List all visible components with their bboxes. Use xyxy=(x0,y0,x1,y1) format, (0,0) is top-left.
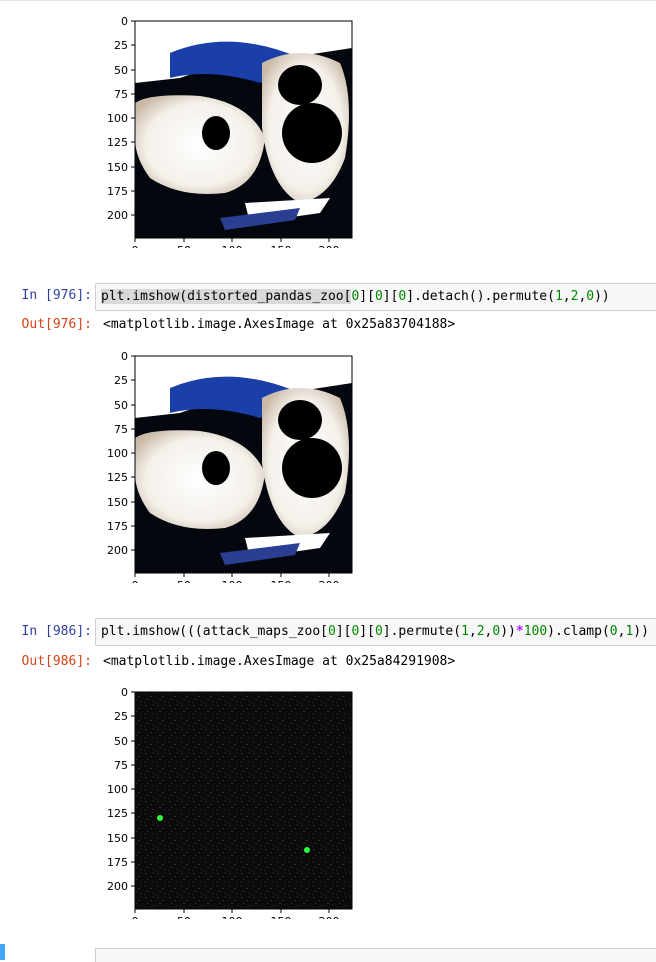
y-axis-3: 0 25 50 75 100 125 150 175 200 xyxy=(107,686,135,893)
code-highlighted: plt.imshow(distorted_pandas_zoo[ xyxy=(101,289,352,304)
code-number: 0 xyxy=(374,289,383,304)
code-operator: * xyxy=(515,624,524,639)
code-number: 1 xyxy=(461,624,469,639)
code-number: 0 xyxy=(327,624,336,639)
y-tick-label: 25 xyxy=(114,39,128,52)
code-text: ][ xyxy=(359,624,375,639)
code-number: 0 xyxy=(374,624,383,639)
active-cell-indicator xyxy=(0,944,5,960)
y-tick-label: 0 xyxy=(121,350,128,363)
y-axis-2: 0 25 50 75 100 125 150 175 200 xyxy=(107,350,135,557)
y-tick-label: 100 xyxy=(107,112,128,125)
x-tick-label: 0 xyxy=(132,244,139,248)
y-tick-label: 175 xyxy=(107,856,128,869)
code-number: 100 xyxy=(523,624,548,639)
code-text: plt.imshow(((attack_maps_zoo[ xyxy=(101,624,328,639)
attack-map-image xyxy=(135,692,352,909)
x-axis-1: 0 50 100 150 200 xyxy=(132,238,340,248)
y-tick-label: 200 xyxy=(107,880,128,893)
y-tick-label: 75 xyxy=(114,423,128,436)
attack-map-plot: 0 25 50 75 100 125 150 175 200 0 50 100 … xyxy=(0,679,360,919)
x-tick-label: 50 xyxy=(177,579,191,583)
y-tick-label: 50 xyxy=(114,735,128,748)
code-number: 0 xyxy=(586,289,595,304)
panda-image-plot-1: 0 25 50 75 100 125 150 175 200 0 50 100 … xyxy=(0,8,360,248)
panda-image-axes-1: 0 25 50 75 100 125 150 175 200 0 50 100 … xyxy=(107,15,353,248)
code-text: ][ xyxy=(335,624,352,639)
y-tick-label: 75 xyxy=(114,88,128,101)
code-text: )) xyxy=(594,289,610,304)
output-text-976: <matplotlib.image.AxesImage at 0x25a8370… xyxy=(103,317,456,332)
y-tick-label: 100 xyxy=(107,447,128,460)
code-text: ).clamp( xyxy=(547,624,610,639)
x-tick-label: 150 xyxy=(271,915,292,919)
code-text: )) xyxy=(633,624,649,639)
x-tick-label: 150 xyxy=(271,579,292,583)
x-tick-label: 0 xyxy=(132,915,139,919)
y-axis-1: 0 25 50 75 100 125 150 175 200 xyxy=(107,15,135,222)
y-tick-label: 0 xyxy=(121,686,128,699)
y-tick-label: 175 xyxy=(107,520,128,533)
output-prompt-986: Out[986]: xyxy=(21,654,92,669)
code-cell-976[interactable]: plt.imshow(distorted_pandas_zoo[0][0][0]… xyxy=(95,283,656,311)
x-tick-label: 100 xyxy=(222,244,243,248)
code-text: , xyxy=(562,289,571,304)
input-prompt-986: In [986]: xyxy=(21,624,92,639)
y-tick-label: 125 xyxy=(107,807,128,820)
y-tick-label: 200 xyxy=(107,544,128,557)
code-cell-986[interactable]: plt.imshow(((attack_maps_zoo[0][0][0].pe… xyxy=(95,618,656,646)
y-tick-label: 150 xyxy=(107,832,128,845)
y-tick-label: 150 xyxy=(107,496,128,509)
panda-image-1 xyxy=(135,21,352,238)
code-number: 0 xyxy=(609,624,618,639)
panda-image-axes-2: 0 25 50 75 100 125 150 175 200 0 50 100 … xyxy=(107,350,353,583)
x-tick-label: 100 xyxy=(222,915,243,919)
x-tick-label: 50 xyxy=(177,915,191,919)
code-text: ][ xyxy=(359,289,375,304)
y-tick-label: 125 xyxy=(107,471,128,484)
y-tick-label: 100 xyxy=(107,783,128,796)
output-prompt-976: Out[976]: xyxy=(21,317,92,332)
y-tick-label: 150 xyxy=(107,161,128,174)
panda-image-2 xyxy=(135,356,352,573)
x-axis-3: 0 50 100 150 200 xyxy=(132,909,340,919)
code-text: ][ xyxy=(382,289,399,304)
input-prompt-976: In [976]: xyxy=(21,288,92,303)
y-tick-label: 200 xyxy=(107,209,128,222)
y-tick-label: 50 xyxy=(114,64,128,77)
x-tick-label: 200 xyxy=(319,915,340,919)
y-tick-label: 25 xyxy=(114,710,128,723)
code-number: 1 xyxy=(554,289,563,304)
x-tick-label: 200 xyxy=(319,244,340,248)
y-tick-label: 50 xyxy=(114,399,128,412)
code-text: ].detach().permute( xyxy=(406,289,555,304)
x-tick-label: 50 xyxy=(177,244,191,248)
y-tick-label: 25 xyxy=(114,374,128,387)
y-tick-label: 75 xyxy=(114,759,128,772)
y-tick-label: 175 xyxy=(107,185,128,198)
y-tick-label: 125 xyxy=(107,136,128,149)
x-tick-label: 100 xyxy=(222,579,243,583)
code-text: )) xyxy=(500,624,516,639)
panda-image-plot-2: 0 25 50 75 100 125 150 175 200 0 50 100 … xyxy=(0,343,360,583)
notebook-top-divider xyxy=(0,0,656,1)
code-text: , xyxy=(468,624,477,639)
x-tick-label: 150 xyxy=(271,244,292,248)
y-tick-label: 0 xyxy=(121,15,128,28)
attack-map-axes: 0 25 50 75 100 125 150 175 200 0 50 100 … xyxy=(107,686,353,919)
x-tick-label: 0 xyxy=(132,579,139,583)
code-number: 2 xyxy=(476,624,485,639)
x-tick-label: 200 xyxy=(319,579,340,583)
x-axis-2: 0 50 100 150 200 xyxy=(132,573,340,583)
code-text: ].permute( xyxy=(382,624,462,639)
output-text-986: <matplotlib.image.AxesImage at 0x25a8429… xyxy=(103,654,456,669)
